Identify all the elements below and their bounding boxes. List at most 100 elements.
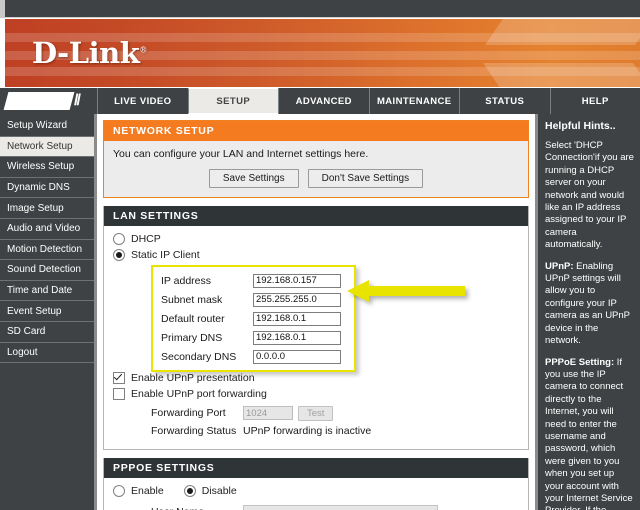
subnet-mask-input[interactable]: [253, 292, 341, 307]
pppoe-disable-label: Disable: [201, 485, 237, 497]
forwarding-status-label: Forwarding Status: [151, 425, 237, 437]
secondary-dns-label: Secondary DNS: [161, 350, 237, 363]
main-content: NETWORK SETUP You can configure your LAN…: [97, 114, 535, 510]
sidebar-item-time-and-date[interactable]: Time and Date: [0, 281, 94, 302]
dhcp-radio[interactable]: [113, 233, 125, 245]
brand-banner: D-Link®: [5, 19, 640, 87]
pppoe-toggle-row: Enable Disable: [113, 485, 519, 497]
default-router-input[interactable]: [253, 311, 341, 326]
sidebar-item-motion-detection[interactable]: Motion Detection: [0, 240, 94, 261]
sidebar-item-setup-wizard[interactable]: Setup Wizard: [0, 116, 94, 137]
static-ip-option-row[interactable]: Static IP Client: [113, 249, 519, 261]
ip-address-row: IP address: [161, 271, 348, 290]
pppoe-disable-radio[interactable]: [183, 485, 196, 497]
tab-advanced[interactable]: ADVANCED: [278, 88, 369, 114]
main-navigation: // LIVE VIDEO SETUP ADVANCED MAINTENANCE…: [0, 88, 640, 114]
sidebar-item-event-setup[interactable]: Event Setup: [0, 301, 94, 322]
sidebar-item-audio-and-video[interactable]: Audio and Video: [0, 219, 94, 240]
nav-logo-placeholder: [3, 92, 75, 110]
lan-settings-panel: LAN SETTINGS DHCP Static IP Client IP ad…: [103, 206, 529, 450]
forwarding-status-value: UPnP forwarding is inactive: [243, 425, 372, 437]
pppoe-enable-radio[interactable]: [113, 485, 125, 497]
network-setup-panel: NETWORK SETUP You can configure your LAN…: [103, 120, 529, 198]
tab-live-video[interactable]: LIVE VIDEO: [97, 88, 188, 114]
upnp-presentation-row[interactable]: Enable UPnP presentation: [113, 372, 519, 384]
hint-upnp-text: Enabling UPnP settings will allow you to…: [545, 260, 630, 347]
pppoe-settings-title: PPPOE SETTINGS: [104, 458, 528, 478]
tab-help[interactable]: HELP: [549, 88, 640, 114]
trademark-icon: ®: [139, 45, 147, 55]
sidebar-item-sd-card[interactable]: SD Card: [0, 322, 94, 343]
dlink-camera-config-page: D-Link® // LIVE VIDEO SETUP ADVANCED MAI…: [0, 0, 640, 510]
lan-settings-title: LAN SETTINGS: [104, 206, 528, 226]
pppoe-username-row: User Name: [151, 502, 519, 510]
upnp-port-forwarding-checkbox[interactable]: [113, 388, 125, 400]
static-ip-radio[interactable]: [113, 249, 125, 261]
ip-address-input[interactable]: [253, 273, 341, 288]
pppoe-username-label: User Name: [151, 506, 243, 510]
hint-dhcp: Select 'DHCP Connection'if you are runni…: [545, 140, 634, 252]
primary-dns-input[interactable]: [253, 330, 341, 345]
forwarding-status-row: Forwarding Status UPnP forwarding is ina…: [151, 422, 519, 440]
dhcp-label: DHCP: [131, 233, 161, 245]
upnp-forwarding-details: Forwarding Port Test Forwarding Status U…: [151, 404, 519, 440]
hint-upnp: UPnP: Enabling UPnP settings will allow …: [545, 261, 634, 348]
nav-slash-icon: //: [74, 92, 81, 109]
settings-button-row: Save Settings Don't Save Settings: [113, 169, 519, 188]
dlink-logo: D-Link®: [32, 36, 147, 70]
banner-flare: [483, 63, 640, 87]
hint-pppoe: PPPoE Setting: If you use the IP camera …: [545, 357, 634, 510]
static-ip-fields-highlight: IP address Subnet mask Default router: [151, 265, 356, 372]
pppoe-settings-panel: PPPOE SETTINGS Enable Disable User Name: [103, 458, 529, 510]
default-router-row: Default router: [161, 309, 348, 328]
dhcp-option-row[interactable]: DHCP: [113, 233, 519, 245]
static-ip-label: Static IP Client: [131, 249, 200, 261]
tab-setup[interactable]: SETUP: [187, 88, 278, 114]
sidebar-item-network-setup[interactable]: Network Setup: [0, 136, 94, 158]
network-setup-title: NETWORK SETUP: [104, 121, 528, 141]
lan-settings-body: DHCP Static IP Client IP address Subnet …: [104, 226, 528, 449]
forwarding-port-test-button[interactable]: Test: [298, 405, 334, 421]
helpful-hints-panel: Helpful Hints.. Select 'DHCP Connection'…: [535, 114, 640, 510]
forwarding-port-label: Forwarding Port: [151, 407, 226, 419]
dlink-logo-text: D-Link: [32, 36, 140, 70]
window-chrome-strip: [0, 0, 640, 18]
upnp-presentation-label: Enable UPnP presentation: [131, 372, 255, 384]
sidebar-navigation: Setup Wizard Network Setup Wireless Setu…: [0, 114, 97, 510]
subnet-mask-label: Subnet mask: [161, 293, 223, 306]
hint-dhcp-text: Select 'DHCP Connection'if you are runni…: [545, 140, 634, 251]
tab-maintenance[interactable]: MAINTENANCE: [368, 88, 460, 114]
upnp-port-forwarding-label: Enable UPnP port forwarding: [131, 388, 267, 400]
pppoe-settings-body: Enable Disable User Name Password: [104, 478, 528, 510]
tab-status[interactable]: STATUS: [459, 88, 550, 114]
network-setup-body: You can configure your LAN and Internet …: [104, 141, 528, 197]
sidebar-item-image-setup[interactable]: Image Setup: [0, 198, 94, 219]
pppoe-username-input[interactable]: [243, 505, 438, 510]
subnet-mask-row: Subnet mask: [161, 290, 348, 309]
primary-dns-label: Primary DNS: [161, 331, 223, 344]
forwarding-port-input[interactable]: [243, 406, 293, 420]
sidebar-item-logout[interactable]: Logout: [0, 343, 94, 364]
dont-save-settings-button[interactable]: Don't Save Settings: [307, 169, 424, 188]
network-setup-description: You can configure your LAN and Internet …: [113, 148, 369, 160]
upnp-presentation-checkbox[interactable]: [113, 372, 125, 384]
save-settings-button[interactable]: Save Settings: [208, 169, 299, 188]
page-body: Setup Wizard Network Setup Wireless Setu…: [0, 114, 640, 510]
secondary-dns-row: Secondary DNS: [161, 347, 348, 366]
upnp-port-forwarding-row[interactable]: Enable UPnP port forwarding: [113, 388, 519, 400]
default-router-label: Default router: [161, 312, 225, 325]
ip-address-label: IP address: [161, 274, 212, 287]
secondary-dns-input[interactable]: [253, 349, 341, 364]
helpful-hints-title: Helpful Hints..: [545, 120, 616, 132]
sidebar-item-dynamic-dns[interactable]: Dynamic DNS: [0, 178, 94, 199]
pppoe-enable-label: Enable: [131, 485, 164, 497]
banner-flare: [485, 19, 640, 45]
forwarding-port-row: Forwarding Port Test: [151, 404, 519, 422]
nav-logo-area: //: [0, 88, 97, 114]
hint-upnp-lead: UPnP:: [545, 260, 574, 272]
annotation-arrow-icon: [347, 279, 467, 303]
hint-pppoe-text: If you use the IP camera to connect dire…: [545, 356, 633, 510]
hint-pppoe-lead: PPPoE Setting:: [545, 356, 615, 368]
sidebar-item-sound-detection[interactable]: Sound Detection: [0, 260, 94, 281]
sidebar-item-wireless-setup[interactable]: Wireless Setup: [0, 157, 94, 178]
